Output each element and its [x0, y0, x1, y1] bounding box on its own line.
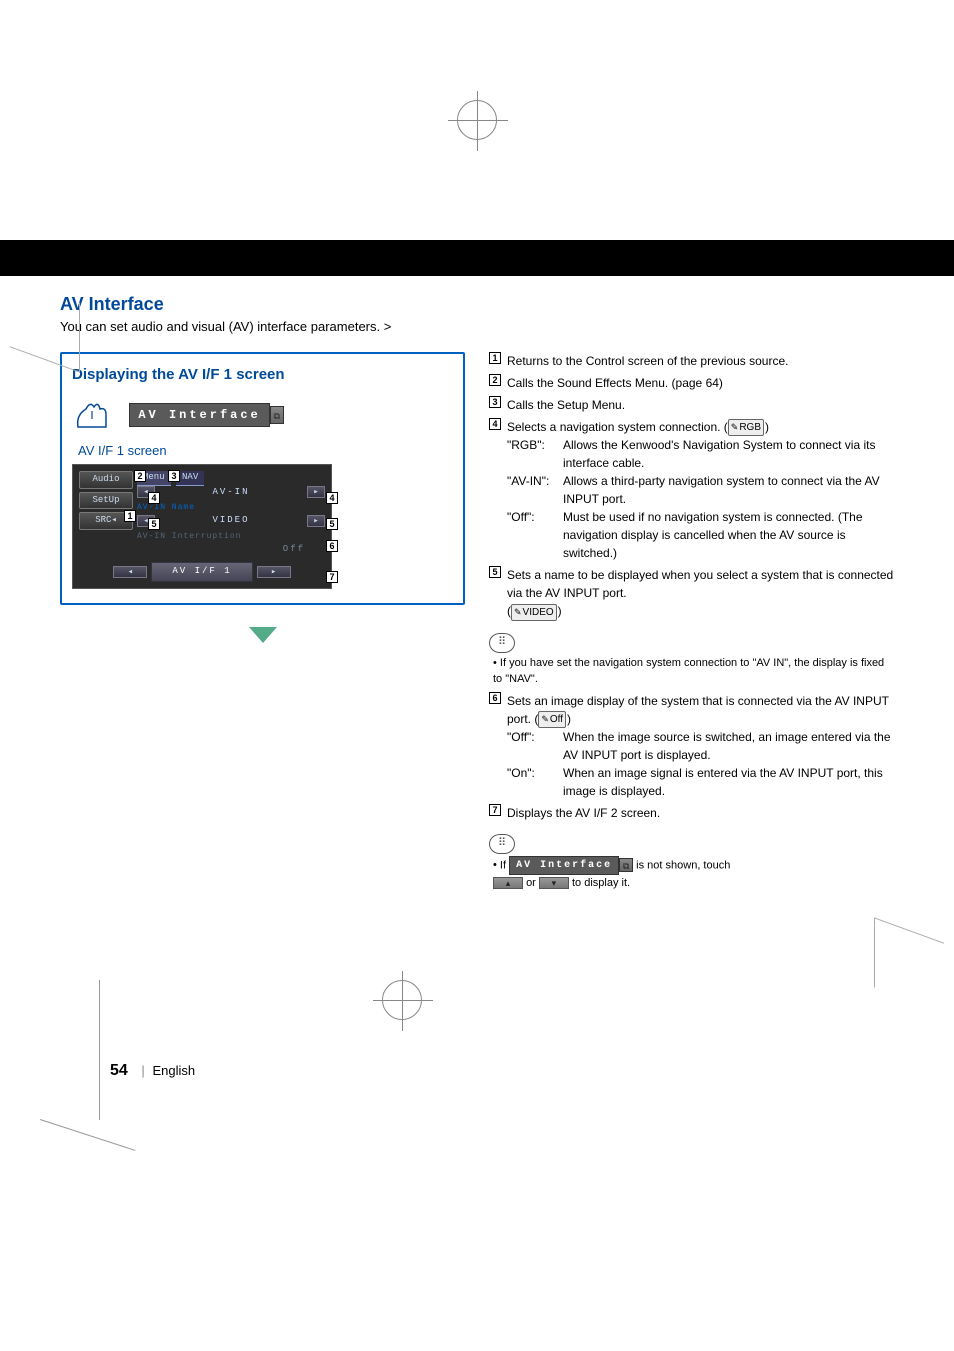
note-2: If AV Interface ⧉ is not shown, touch ▴ … [493, 856, 894, 892]
procedure-box: Displaying the AV I/F 1 screen AV Interf… [60, 352, 465, 605]
desc-7: Displays the AV I/F 2 screen. [507, 804, 894, 822]
touch-instruction: AV Interface ⧉ [72, 397, 453, 433]
callout-2: 2 [134, 470, 146, 482]
ui-value-off: Off [137, 543, 325, 557]
desc-6: Sets an image display of the system that… [507, 692, 894, 800]
num-2: 2 [489, 374, 501, 386]
ui-label-avin-name: AV-IN Name [137, 502, 325, 514]
opt-off-val: Must be used if no navigation system is … [563, 508, 894, 562]
callout-6: 6 [326, 540, 338, 552]
desc-4: Selects a navigation system connection. … [507, 418, 894, 562]
opt6-on-val: When an image signal is entered via the … [563, 764, 894, 800]
ui-nav-tab[interactable]: NAV [176, 471, 204, 486]
procedure-title: Displaying the AV I/F 1 screen [72, 364, 453, 387]
section-intro: You can set audio and visual (AV) interf… [60, 319, 894, 334]
note-icon [489, 633, 515, 653]
banner-text: AV Interface [129, 403, 269, 427]
crop-corner-tl [10, 277, 80, 372]
opt6-off-val: When the image source is switched, an im… [563, 728, 894, 764]
ui-src-label: SRC [95, 515, 111, 525]
page-language: English [152, 1063, 195, 1078]
desc-3: Calls the Setup Menu. [507, 396, 894, 414]
scroll-up-button[interactable]: ▴ [493, 877, 523, 889]
banner-text-inline: AV Interface [509, 856, 619, 875]
ui-value-avin: AV-IN [158, 486, 304, 500]
default-badge-video: VIDEO [511, 604, 557, 621]
screenshot-label: AV I/F 1 screen [78, 441, 453, 461]
callout-5l: 5 [148, 518, 160, 530]
continue-arrow-icon [249, 627, 277, 643]
num-5: 5 [489, 566, 501, 578]
num-4: 4 [489, 418, 501, 430]
num-7: 7 [489, 804, 501, 816]
callout-7: 7 [326, 571, 338, 583]
opt-off-key: "Off": [507, 508, 559, 562]
av-if-screenshot: Audio SetUp SRC◂ Menu NAV [72, 464, 332, 589]
scroll-down-button[interactable]: ▾ [539, 877, 569, 889]
opt6-off-key: "Off": [507, 728, 559, 764]
num-3: 3 [489, 396, 501, 408]
av-interface-banner[interactable]: AV Interface ⧉ [129, 403, 283, 427]
hand-icon [72, 397, 116, 433]
right-arrow-button[interactable]: ▸ [307, 515, 325, 527]
fold-guide [40, 980, 100, 1120]
right-arrow-button[interactable]: ▸ [307, 486, 325, 498]
ui-page-indicator: AV I/F 1 [151, 562, 252, 582]
num-6: 6 [489, 692, 501, 704]
callout-5r: 5 [326, 518, 338, 530]
opt-avin-val: Allows a third-party navigation system t… [563, 472, 894, 508]
crop-corner-br [874, 917, 944, 1012]
registration-mark-top [457, 100, 497, 140]
ui-label-interruption: AV-IN Interruption [137, 531, 325, 543]
banner-cap-inline: ⧉ [619, 858, 633, 872]
desc-1: Returns to the Control screen of the pre… [507, 352, 894, 370]
page-prev-button[interactable]: ◂ [113, 566, 147, 578]
callout-4r: 4 [326, 492, 338, 504]
num-1: 1 [489, 352, 501, 364]
default-badge-rgb: RGB [728, 419, 764, 436]
default-badge-off: Off [538, 711, 566, 728]
desc-5: Sets a name to be displayed when you sel… [507, 566, 894, 620]
ui-audio-button[interactable]: Audio [79, 471, 133, 489]
section-title: AV Interface [60, 294, 894, 315]
opt-avin-key: "AV-IN": [507, 472, 559, 508]
ui-value-video: VIDEO [158, 514, 304, 528]
callout-3: 3 [168, 470, 180, 482]
ui-setup-button[interactable]: SetUp [79, 492, 133, 510]
header-band [0, 240, 954, 276]
desc-2: Calls the Sound Effects Menu. (page 64) [507, 374, 894, 392]
opt-rgb-key: "RGB": [507, 436, 559, 472]
opt6-on-key: "On": [507, 764, 559, 800]
page-next-button[interactable]: ▸ [257, 566, 291, 578]
callout-1: 1 [124, 510, 136, 522]
av-interface-banner-inline[interactable]: AV Interface ⧉ [509, 856, 633, 875]
opt-rgb-val: Allows the Kenwood's Navigation System t… [563, 436, 894, 472]
callout-4l: 4 [148, 492, 160, 504]
registration-mark-bottom [382, 980, 422, 1020]
page-footer: 54 | English [110, 1062, 195, 1080]
page-number: 54 [110, 1062, 128, 1079]
banner-cap-icon: ⧉ [270, 406, 284, 424]
note-icon [489, 834, 515, 854]
note-1: If you have set the navigation system co… [493, 655, 894, 688]
